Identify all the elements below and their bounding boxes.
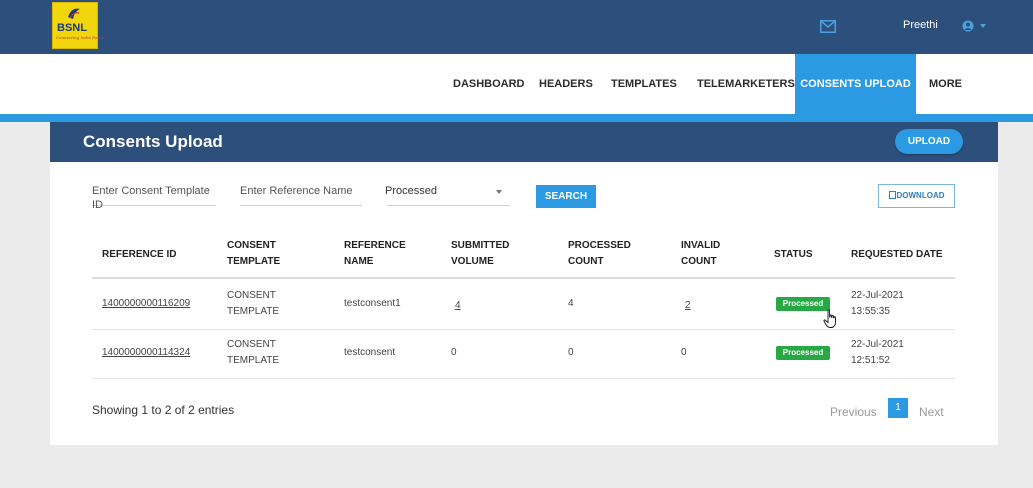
- col-invalid-count-line1: INVALID: [681, 240, 721, 251]
- nav-headers[interactable]: HEADERS: [539, 54, 593, 114]
- entries-summary: Showing 1 to 2 of 2 entries: [92, 403, 235, 417]
- consent-template-cell: CONSENT TEMPLATE: [227, 337, 279, 369]
- reference-name-cell: testconsent: [344, 347, 396, 358]
- reference-id-link[interactable]: 1400000000116209: [102, 296, 190, 312]
- col-consent-template-line1: CONSENT: [227, 240, 276, 251]
- col-processed-count-line2: COUNT: [568, 256, 604, 267]
- chevron-down-icon[interactable]: [980, 24, 986, 28]
- nav-accent-strip: [0, 114, 1033, 122]
- requested-date-day: 22-Jul-2021: [851, 290, 904, 301]
- bsnl-logo[interactable]: BSNL Connecting India Faster: [52, 2, 105, 49]
- requested-date-day: 22-Jul-2021: [851, 339, 904, 350]
- reference-name-placeholder: Enter Reference Name: [240, 185, 353, 197]
- col-requested-date: REQUESTED DATE: [851, 249, 943, 260]
- logo-text: BSNL: [57, 22, 87, 34]
- reference-name-cell: testconsent1: [344, 298, 401, 309]
- reference-id-link[interactable]: 1400000000114324: [102, 345, 190, 361]
- status-selected-value: Processed: [385, 185, 437, 197]
- status-badge: Processed: [776, 346, 830, 360]
- status-badge: Processed: [776, 297, 830, 311]
- requested-date-cell: 22-Jul-2021 13:55:35: [851, 288, 904, 320]
- download-button[interactable]: DOWNLOAD: [878, 184, 955, 208]
- download-icon: [888, 191, 896, 199]
- requested-date-time: 13:55:35: [851, 306, 890, 317]
- bird-logo-icon: [68, 8, 80, 19]
- consent-template-line2: TEMPLATE: [227, 306, 280, 317]
- page-title: Consents Upload: [83, 132, 223, 151]
- col-invalid-count: INVALID COUNT: [681, 238, 720, 270]
- row-divider: [92, 329, 955, 330]
- col-reference-name-line1: REFERENCE: [344, 240, 406, 251]
- search-button[interactable]: SEARCH: [536, 185, 596, 208]
- nav-templates[interactable]: TEMPLATES: [611, 54, 677, 114]
- user-name[interactable]: Preethi: [903, 19, 938, 31]
- top-bar: BSNL Connecting India Faster Preethi: [0, 0, 1033, 54]
- download-label: DOWNLOAD: [896, 191, 945, 200]
- col-submitted-volume-line1: SUBMITTED: [451, 240, 510, 251]
- row-divider: [92, 378, 955, 379]
- col-processed-count: PROCESSED COUNT: [568, 238, 631, 270]
- chevron-down-icon: [496, 190, 502, 194]
- logo-tagline: Connecting India Faster: [56, 35, 106, 40]
- col-invalid-count-line2: COUNT: [681, 256, 717, 267]
- template-id-input[interactable]: Enter Consent Template ID: [92, 184, 216, 211]
- card-header: Consents Upload UPLOAD: [50, 122, 998, 162]
- mail-icon[interactable]: [820, 20, 836, 33]
- invalid-count-link[interactable]: 2: [685, 298, 691, 314]
- hand-cursor-icon: [823, 309, 836, 328]
- main-nav: DASHBOARD HEADERS TEMPLATES TELEMARKETER…: [0, 54, 1033, 114]
- status-select[interactable]: Processed: [385, 184, 510, 206]
- consents-card: Consents Upload UPLOAD Enter Consent Tem…: [50, 122, 998, 445]
- consent-template-line2: TEMPLATE: [227, 355, 280, 366]
- upload-button[interactable]: UPLOAD: [895, 129, 963, 154]
- submitted-volume-link[interactable]: 4: [455, 298, 461, 314]
- col-reference-name-line2: NAME: [344, 256, 374, 267]
- reference-name-input[interactable]: Enter Reference Name: [240, 184, 362, 206]
- col-consent-template-line2: TEMPLATE: [227, 256, 281, 267]
- submitted-volume-cell: 0: [451, 347, 457, 358]
- table-header-divider: [92, 277, 955, 279]
- nav-telemarketers[interactable]: TELEMARKETERS: [697, 54, 795, 114]
- nav-more[interactable]: MORE: [929, 54, 962, 114]
- invalid-count-cell: 0: [681, 347, 687, 358]
- processed-count-cell: 0: [568, 347, 574, 358]
- col-submitted-volume-line2: VOLUME: [451, 256, 494, 267]
- nav-consents-upload[interactable]: CONSENTS UPLOAD: [795, 54, 916, 114]
- requested-date-time: 12:51:52: [851, 355, 890, 366]
- consent-template-cell: CONSENT TEMPLATE: [227, 288, 279, 320]
- pagination-page-1[interactable]: 1: [888, 398, 908, 418]
- consent-template-line1: CONSENT: [227, 339, 276, 350]
- nav-dashboard[interactable]: DASHBOARD: [453, 54, 525, 114]
- col-processed-count-line1: PROCESSED: [568, 240, 631, 251]
- pagination-next[interactable]: Next: [919, 405, 944, 419]
- col-reference-name: REFERENCE NAME: [344, 238, 406, 270]
- col-reference-id: REFERENCE ID: [102, 249, 177, 260]
- template-id-placeholder: Enter Consent Template ID: [92, 185, 210, 211]
- col-submitted-volume: SUBMITTED VOLUME: [451, 238, 509, 270]
- requested-date-cell: 22-Jul-2021 12:51:52: [851, 337, 904, 369]
- col-consent-template: CONSENT TEMPLATE: [227, 238, 280, 270]
- col-status: STATUS: [774, 249, 813, 260]
- consent-template-line1: CONSENT: [227, 290, 276, 301]
- pagination-previous[interactable]: Previous: [830, 405, 877, 419]
- processed-count-cell: 4: [568, 298, 574, 309]
- user-icon[interactable]: [962, 20, 974, 32]
